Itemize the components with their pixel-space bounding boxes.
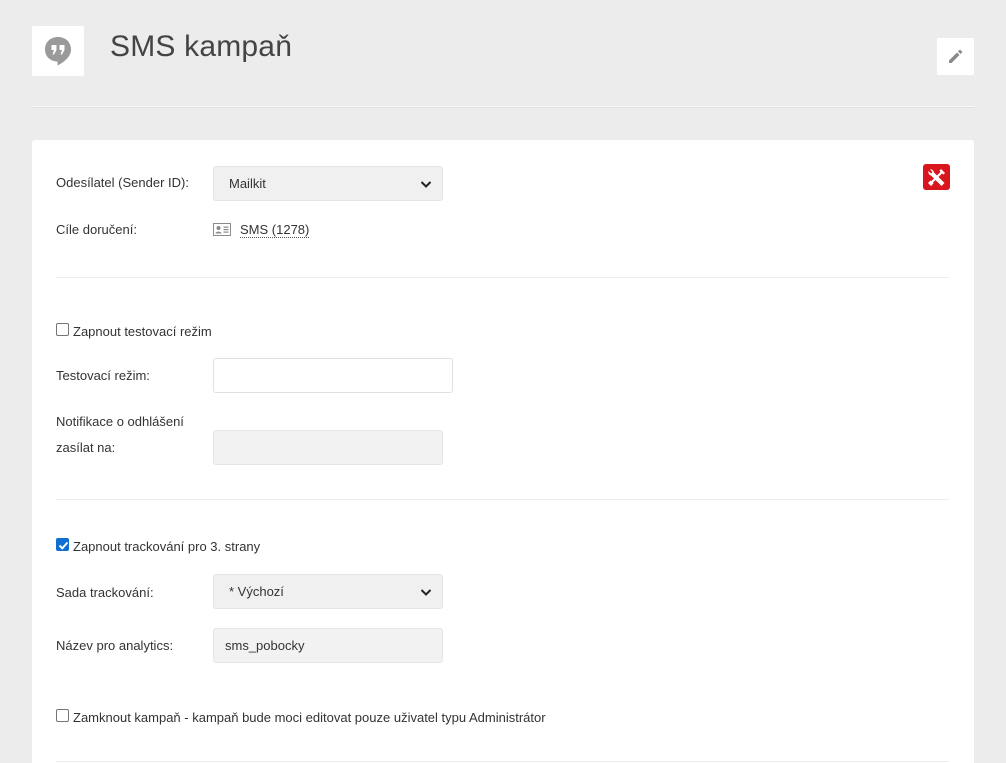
tracking-checkbox-label[interactable]: Zapnout trackování pro 3. strany (73, 539, 260, 554)
targets-label: Cíle doručení: (56, 222, 137, 237)
sender-select-value: Mailkit (229, 176, 266, 191)
header-divider (32, 106, 974, 108)
test-mode-checkbox[interactable] (56, 323, 69, 336)
targets-link[interactable]: SMS (1278) (240, 222, 310, 238)
edit-button[interactable] (937, 38, 974, 75)
tracking-set-label: Sada trackování: (56, 585, 154, 600)
lock-campaign-checkbox[interactable] (56, 709, 69, 722)
test-mode-input[interactable] (213, 358, 453, 393)
tracking-set-select[interactable]: * Výchozí (213, 574, 443, 609)
campaign-settings-card: Odesílatel (Sender ID): Mailkit Cíle dor… (32, 140, 974, 763)
sender-label: Odesílatel (Sender ID): (56, 175, 189, 190)
analytics-label: Název pro analytics: (56, 638, 174, 653)
section-divider (56, 277, 949, 278)
page-title: SMS kampaň (110, 30, 293, 63)
pencil-icon (949, 49, 963, 63)
page-header: SMS kampaň (0, 0, 1006, 108)
sender-select[interactable]: Mailkit (213, 166, 443, 201)
hangouts-quote-icon (32, 26, 84, 76)
section-divider (56, 499, 949, 500)
checkmark-icon (58, 541, 69, 550)
tracking-checkbox[interactable] (56, 538, 69, 551)
tools-button[interactable] (923, 164, 950, 190)
unsubscribe-notification-input[interactable] (213, 430, 443, 465)
test-mode-checkbox-label[interactable]: Zapnout testovací režim (73, 324, 212, 339)
contact-card-icon (213, 223, 231, 236)
unsubscribe-label-line1: Notifikace o odhlášení (56, 414, 184, 429)
lock-campaign-checkbox-label[interactable]: Zamknout kampaň - kampaň bude moci edito… (73, 710, 546, 725)
chevron-down-icon (420, 181, 432, 188)
section-divider (56, 761, 949, 762)
tracking-set-select-value: * Výchozí (229, 584, 284, 599)
wrench-screwdriver-icon (928, 169, 945, 186)
chevron-down-icon (420, 589, 432, 596)
analytics-name-input[interactable]: sms_pobocky (213, 628, 443, 663)
unsubscribe-label-line2: zasílat na: (56, 440, 116, 455)
test-mode-label: Testovací režim: (56, 368, 150, 383)
